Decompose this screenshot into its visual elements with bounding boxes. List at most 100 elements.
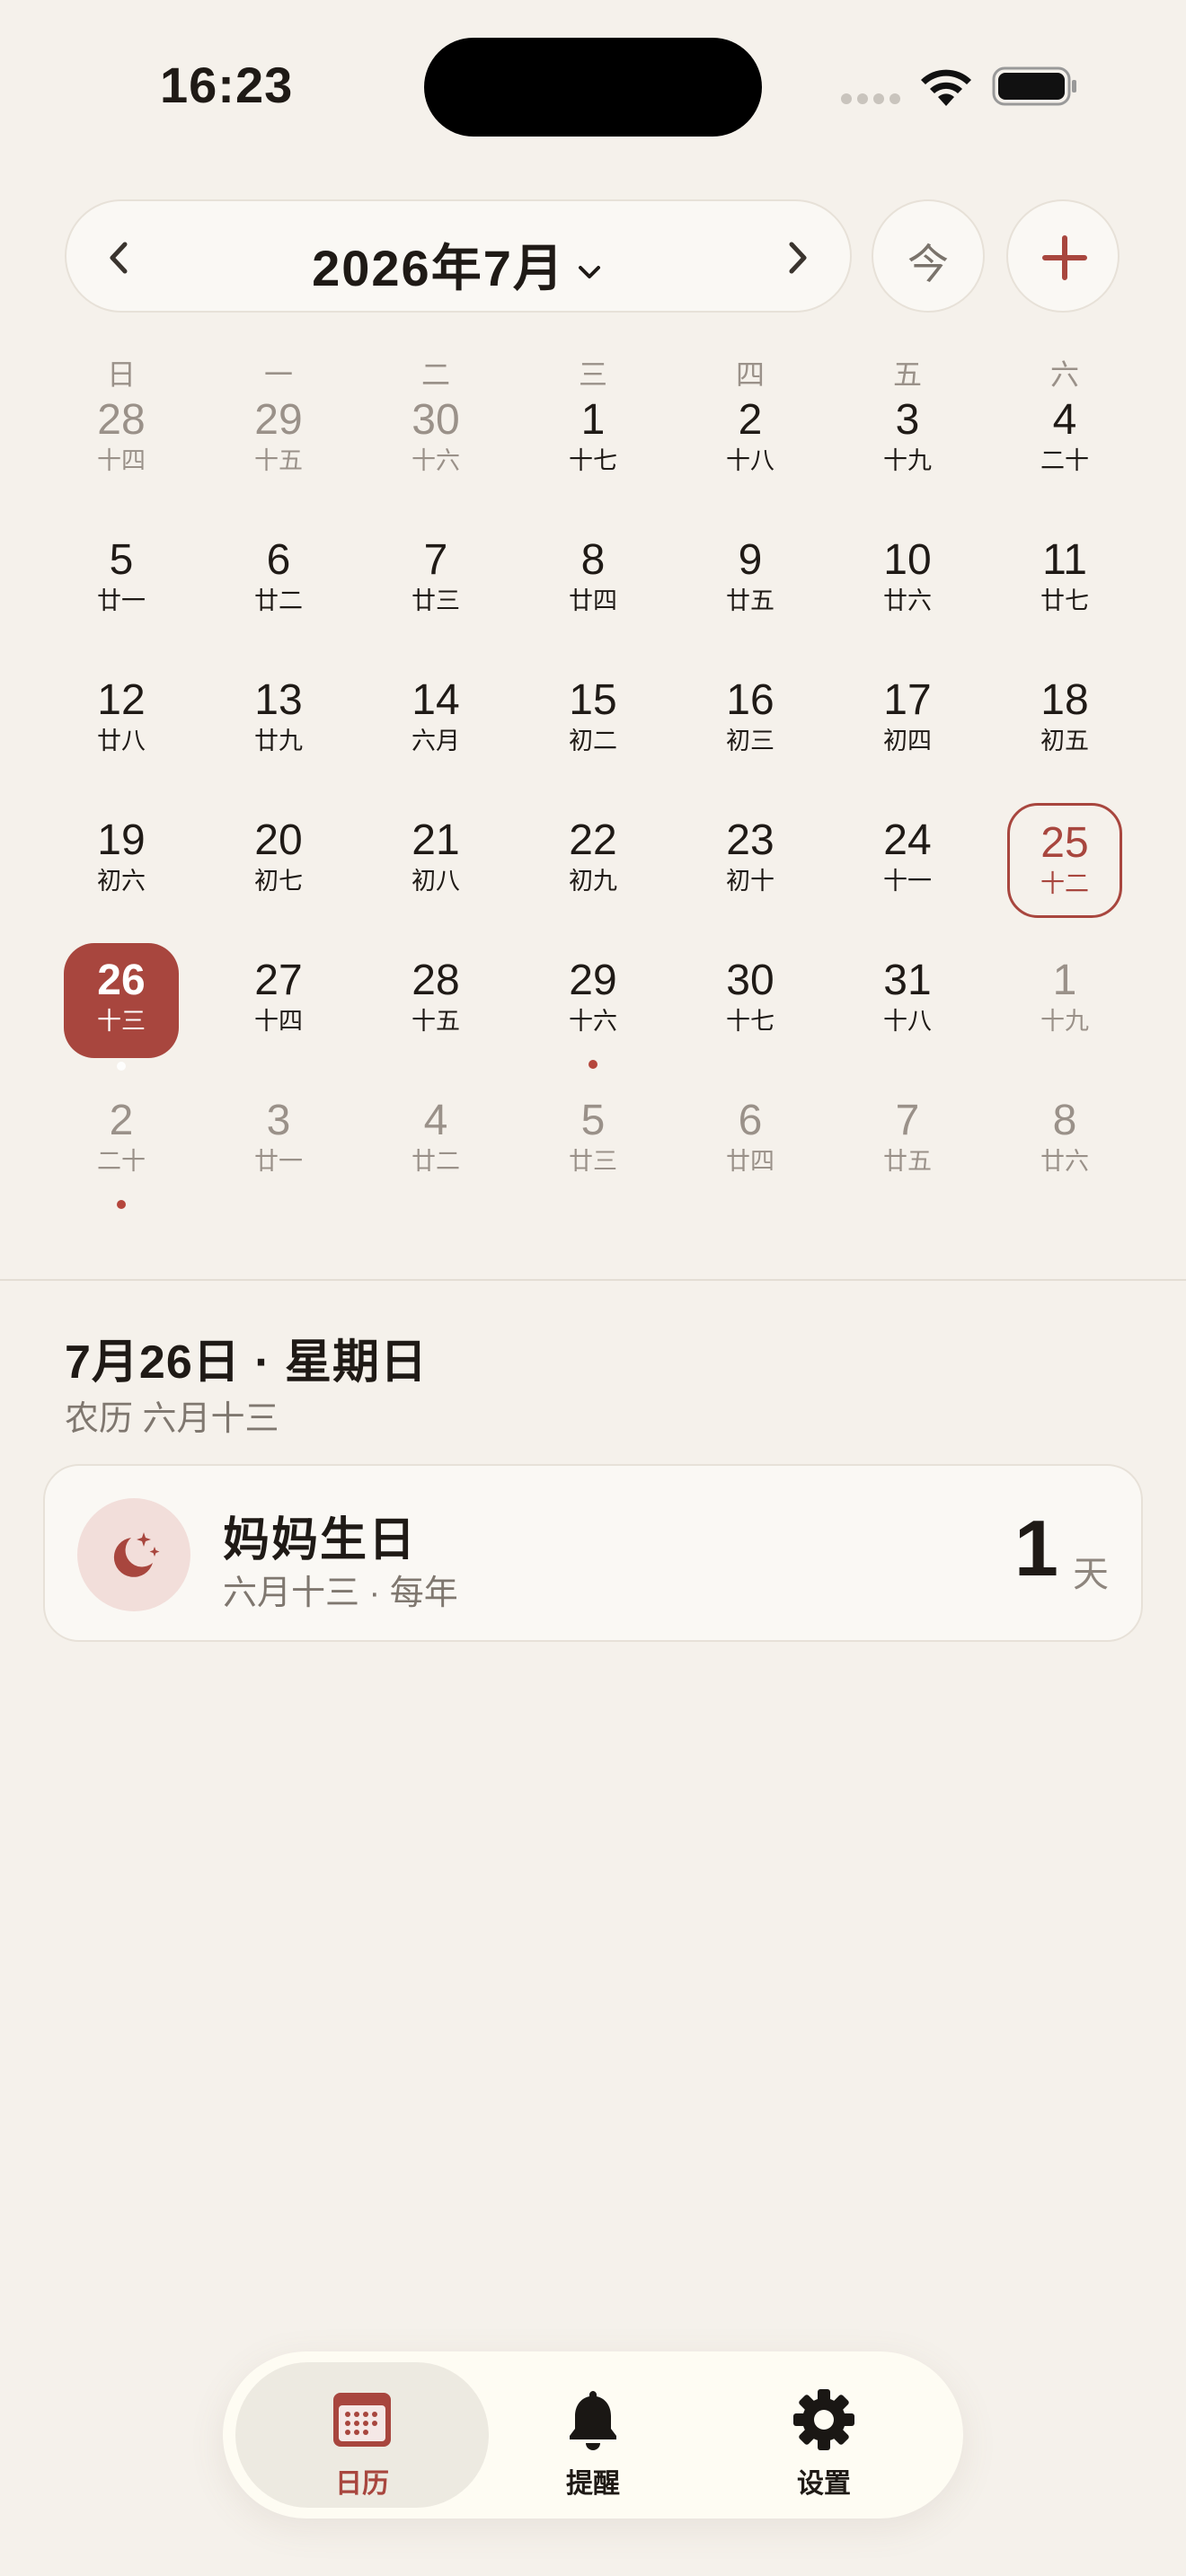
day-cell[interactable]: 7 廿三: [378, 523, 493, 638]
day-cell[interactable]: 17 初四: [850, 663, 965, 778]
lunar-day: 廿六: [883, 587, 932, 614]
day-cell[interactable]: 10 廿六: [850, 523, 965, 638]
day-number: 11: [1042, 536, 1087, 584]
lunar-day: 初八: [412, 868, 460, 895]
event-subtitle: 六月十三 · 每年: [223, 1575, 458, 1612]
day-cell[interactable]: 3 廿一: [221, 1083, 336, 1198]
day-number: 9: [738, 536, 763, 584]
lunar-day: 廿三: [569, 1148, 617, 1175]
day-cell[interactable]: 8 廿四: [535, 523, 651, 638]
day-cell[interactable]: 6 廿二: [221, 523, 336, 638]
month-picker[interactable]: 2026年7月: [66, 228, 850, 301]
day-number: 20: [254, 816, 303, 864]
day-cell[interactable]: 11 廿七: [1007, 523, 1122, 638]
day-cell[interactable]: 5 廿一: [64, 523, 179, 638]
day-cell-selected[interactable]: 26 十三: [64, 943, 179, 1071]
event-days-count: 1: [1014, 1504, 1058, 1592]
selected-date: 7月26日 · 星期日: [65, 1337, 428, 1389]
day-cell[interactable]: 13 廿九: [221, 663, 336, 778]
day-cell[interactable]: 28 十五: [378, 943, 493, 1058]
lunar-day: 十七: [726, 1008, 774, 1035]
day-number: 16: [726, 676, 774, 724]
day-cell[interactable]: 1 十七: [535, 383, 651, 498]
lunar-day: 十二: [1040, 870, 1089, 897]
day-cell[interactable]: 30 十六: [378, 383, 493, 498]
day-cell[interactable]: 29 十六: [535, 943, 651, 1069]
status-bar: 16:23: [0, 0, 1186, 171]
day-cell[interactable]: 16 初三: [693, 663, 808, 778]
event-card[interactable]: 妈妈生日 六月十三 · 每年 1 天: [43, 1464, 1143, 1642]
day-cell[interactable]: 28 十四: [64, 383, 179, 498]
day-cell[interactable]: 19 初六: [64, 803, 179, 918]
day-cell[interactable]: 29 十五: [221, 383, 336, 498]
day-number: 3: [266, 1097, 291, 1144]
day-cell[interactable]: 23 初十: [693, 803, 808, 918]
today-button[interactable]: 今: [872, 199, 985, 313]
day-number: 22: [569, 816, 617, 864]
day-cell[interactable]: 8 廿六: [1007, 1083, 1122, 1198]
day-cell[interactable]: 14 六月: [378, 663, 493, 778]
day-number: 23: [726, 816, 774, 864]
day-cell[interactable]: 18 初五: [1007, 663, 1122, 778]
day-cell[interactable]: 2 十八: [693, 383, 808, 498]
day-cell[interactable]: 24 十一: [850, 803, 965, 918]
cellular-signal-icon: [841, 93, 900, 104]
lunar-day: 初七: [254, 868, 303, 895]
status-time: 16:23: [160, 57, 294, 113]
add-event-button[interactable]: [1006, 199, 1120, 313]
day-cell[interactable]: 5 廿三: [535, 1083, 651, 1198]
day-number: 29: [569, 957, 617, 1004]
lunar-day: 十六: [412, 447, 460, 474]
day-cell[interactable]: 1 十九: [1007, 943, 1122, 1058]
tab-calendar[interactable]: 日历: [235, 2362, 489, 2508]
lunar-day: 廿八: [97, 728, 146, 754]
lunar-day: 廿七: [1040, 587, 1089, 614]
lunar-day: 廿一: [97, 587, 146, 614]
day-cell[interactable]: 6 廿四: [693, 1083, 808, 1198]
day-number: 10: [883, 536, 932, 584]
day-number: 8: [1052, 1097, 1077, 1144]
month-navigator: 2026年7月: [65, 199, 852, 313]
day-number: 7: [423, 536, 448, 584]
day-number: 17: [883, 676, 932, 724]
day-number: 8: [580, 536, 606, 584]
day-cell[interactable]: 4 廿二: [378, 1083, 493, 1198]
day-cell[interactable]: 7 廿五: [850, 1083, 965, 1198]
day-cell[interactable]: 4 二十: [1007, 383, 1122, 498]
day-cell[interactable]: 21 初八: [378, 803, 493, 918]
day-cell[interactable]: 22 初九: [535, 803, 651, 918]
day-number: 15: [569, 676, 617, 724]
day-number: 14: [412, 676, 460, 724]
lunar-day: 十六: [569, 1008, 617, 1035]
event-indicator-dot: [117, 1200, 126, 1209]
day-cell[interactable]: 2 二十: [64, 1083, 179, 1209]
day-number: 19: [97, 816, 146, 864]
event-title: 妈妈生日: [223, 1514, 418, 1566]
day-cell[interactable]: 30 十七: [693, 943, 808, 1058]
divider: [0, 1279, 1186, 1281]
day-cell[interactable]: 3 十九: [850, 383, 965, 498]
day-cell[interactable]: 12 廿八: [64, 663, 179, 778]
day-cell[interactable]: 20 初七: [221, 803, 336, 918]
day-number: 6: [266, 536, 291, 584]
lunar-day: 十九: [883, 447, 932, 474]
day-cell[interactable]: 9 廿五: [693, 523, 808, 638]
day-number: 13: [254, 676, 303, 724]
lunar-day: 廿三: [412, 587, 460, 614]
tab-reminders[interactable]: 提醒: [466, 2362, 720, 2508]
tab-reminders-label: 提醒: [566, 2469, 620, 2499]
day-number: 30: [412, 396, 460, 444]
lunar-day: 廿五: [726, 587, 774, 614]
chevron-right-icon[interactable]: [774, 235, 819, 280]
lunar-day: 初六: [97, 868, 146, 895]
day-number: 6: [738, 1097, 763, 1144]
day-cell[interactable]: 27 十四: [221, 943, 336, 1058]
day-cell[interactable]: 31 十八: [850, 943, 965, 1058]
day-cell-today[interactable]: 25 十二: [1007, 803, 1122, 918]
tab-calendar-label: 日历: [335, 2469, 389, 2499]
lunar-day: 初二: [569, 728, 617, 754]
wifi-icon: [921, 69, 971, 106]
tab-settings[interactable]: 设置: [697, 2362, 951, 2508]
day-cell[interactable]: 15 初二: [535, 663, 651, 778]
lunar-day: 十八: [883, 1008, 932, 1035]
